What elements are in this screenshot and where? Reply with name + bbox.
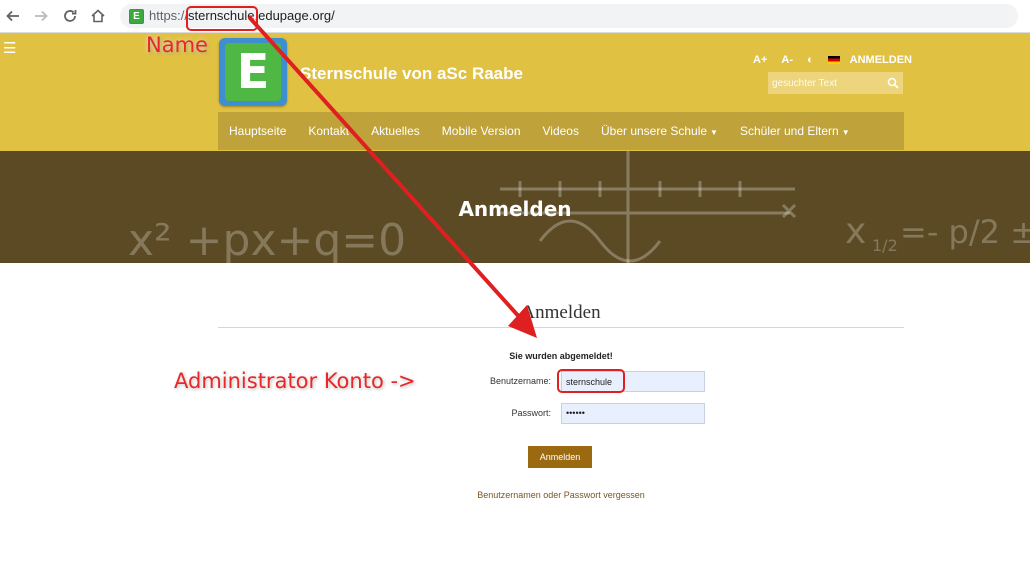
login-heading: Anmelden bbox=[521, 302, 601, 323]
svg-text:1/2: 1/2 bbox=[872, 236, 898, 255]
username-highlight-box bbox=[557, 369, 625, 393]
menu-item-label: Mobile Version bbox=[441, 124, 521, 138]
menu-item-label: Videos bbox=[542, 124, 579, 138]
hamburger-menu-icon[interactable]: ☰ bbox=[3, 41, 16, 56]
menu-item-4[interactable]: Videos bbox=[532, 124, 590, 138]
login-link[interactable]: ANMELDEN bbox=[850, 54, 912, 66]
menu-item-3[interactable]: Mobile Version bbox=[431, 124, 532, 138]
logo-letter: E bbox=[225, 43, 281, 101]
school-name[interactable]: Sternschule von aSc Raabe bbox=[300, 64, 523, 84]
logout-notice: Sie wurden abgemeldet! bbox=[509, 351, 613, 361]
password-field[interactable]: •••••• bbox=[561, 403, 705, 424]
search-icon[interactable] bbox=[887, 77, 899, 89]
site-favicon: E bbox=[129, 9, 144, 24]
menu-item-label: Kontakt bbox=[308, 124, 350, 138]
arrow-left-icon bbox=[6, 10, 19, 22]
home-button[interactable] bbox=[88, 6, 108, 26]
menu-item-5[interactable]: Über unsere Schule ▼ bbox=[590, 124, 729, 138]
menu-item-label: Schüler und Eltern bbox=[739, 124, 839, 138]
menu-item-label: Aktuelles bbox=[371, 124, 420, 138]
font-smaller-button[interactable]: A- bbox=[781, 54, 793, 66]
font-larger-button[interactable]: A+ bbox=[753, 54, 767, 66]
home-icon bbox=[91, 9, 105, 23]
search-box bbox=[768, 72, 903, 94]
heading-divider bbox=[218, 327, 904, 328]
banner-title: Anmelden bbox=[458, 197, 572, 221]
forward-button[interactable] bbox=[31, 6, 51, 26]
school-logo[interactable]: E bbox=[219, 38, 287, 106]
reload-icon bbox=[64, 10, 77, 22]
main-menu: Hauptseite Kontakt Aktuelles Mobile Version… bbox=[218, 112, 904, 150]
menu-item-label: Hauptseite bbox=[229, 124, 287, 138]
header-tools: A+ A- ◐ ANMELDEN bbox=[753, 53, 912, 67]
menu-item-label: Über unsere Schule bbox=[600, 124, 708, 138]
german-flag-icon[interactable] bbox=[827, 56, 840, 64]
caret-down-icon: ▼ bbox=[841, 128, 850, 137]
url-highlight-box bbox=[186, 6, 258, 31]
url-scheme: https:// bbox=[149, 8, 189, 23]
menu-item-6[interactable]: Schüler und Eltern ▼ bbox=[729, 124, 861, 138]
contrast-icon[interactable]: ◐ bbox=[807, 54, 814, 66]
back-button[interactable] bbox=[3, 6, 23, 26]
login-submit-button[interactable]: Anmelden bbox=[528, 446, 592, 468]
menu-item-0[interactable]: Hauptseite bbox=[218, 124, 297, 138]
caret-down-icon: ▼ bbox=[710, 128, 718, 137]
menu-item-2[interactable]: Aktuelles bbox=[360, 124, 431, 138]
forgot-credentials-link[interactable]: Benutzernamen oder Passwort vergessen bbox=[218, 490, 904, 500]
menu-item-1[interactable]: Kontakt bbox=[297, 124, 360, 138]
page-banner: x² +px+q=0 x 1/2 =- p/2 ± √(p Anmelden bbox=[0, 151, 1030, 263]
svg-text:x² +px+q=0: x² +px+q=0 bbox=[128, 215, 406, 263]
name-annotation: Name bbox=[146, 33, 208, 57]
reload-button[interactable] bbox=[60, 6, 80, 26]
password-label: Passwort: bbox=[511, 408, 551, 418]
arrow-right-icon bbox=[35, 10, 48, 22]
admin-account-annotation: Administrator Konto -> bbox=[174, 369, 416, 393]
username-label: Benutzername: bbox=[489, 376, 551, 386]
search-input[interactable] bbox=[768, 72, 884, 94]
browser-toolbar: E https://sternschule.edupage.org/ bbox=[0, 0, 1030, 33]
